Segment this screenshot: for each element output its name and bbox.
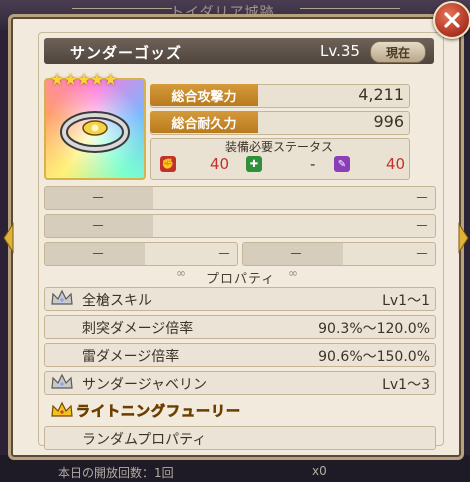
silver-crown-icon [51,289,73,305]
purple-wand-icon: ✎ [334,156,350,172]
attack-value: 4,211 [358,85,404,104]
close-button[interactable] [433,1,470,39]
slot-dash: － [415,247,429,263]
fire-fist-icon: ✊ [160,156,176,172]
ornament-right-icon: ∞ [288,266,298,280]
current-button[interactable]: 現在 [370,41,426,63]
divider-line-left [72,8,172,9]
equipment-slot[interactable]: － － [242,242,436,266]
divider-line-right [300,8,400,9]
slot-dash: － [91,219,105,235]
durability-value: 996 [373,112,404,131]
slot-dash: － [289,247,303,263]
background-footer-count: x0 [312,464,327,478]
requirements-title: 装備必要ステータス [224,140,333,154]
property-label: サンダージャベリン [82,377,208,393]
silver-crown-icon [51,373,73,389]
property-value: 90.3%～120.0% [318,321,430,337]
slot-dash: － [91,247,105,263]
property-label: 全槍スキル [82,293,152,309]
property-label: ランダムプロパティ [82,432,207,448]
property-value: Lv1～1 [382,293,430,309]
attack-label: 総合攻撃力 [150,84,258,106]
rarity-stars: ★★★★★ [50,70,118,89]
equipment-slot[interactable]: － － [44,186,436,210]
slot-dash: － [415,191,429,207]
ornament-left-icon: ∞ [176,266,186,280]
next-arrow-icon[interactable] [458,222,470,254]
property-value: Lv1～3 [382,377,430,393]
gold-crown-icon [51,401,73,417]
slot-dash: － [217,247,231,263]
equipment-slot[interactable]: － － [44,242,238,266]
property-value: 90.6%～150.0% [318,349,430,365]
background-footer-text: 本日の開放回数：1回 [58,466,174,480]
slot-dash: － [91,191,105,207]
slot-dash: － [415,219,429,235]
equipment-slot[interactable]: － － [44,214,436,238]
properties-divider-label: プロパティ [206,272,276,287]
bracelet-icon [60,111,130,153]
requirement-value: 40 [210,155,230,173]
property-label: 刺突ダメージ倍率 [82,321,194,337]
property-label-gold: ライトニングフューリー [76,404,241,421]
requirement-value: - [310,155,316,173]
item-level: Lv.35 [320,42,360,60]
property-label: 雷ダメージ倍率 [82,349,180,365]
requirement-value: 40 [386,155,406,173]
previous-arrow-icon[interactable] [2,222,14,254]
item-name: サンダーゴッズ [70,44,183,62]
close-icon [444,12,460,28]
durability-label: 総合耐久力 [150,111,258,133]
item-icon [44,78,146,180]
green-plus-icon: ✚ [246,156,262,172]
